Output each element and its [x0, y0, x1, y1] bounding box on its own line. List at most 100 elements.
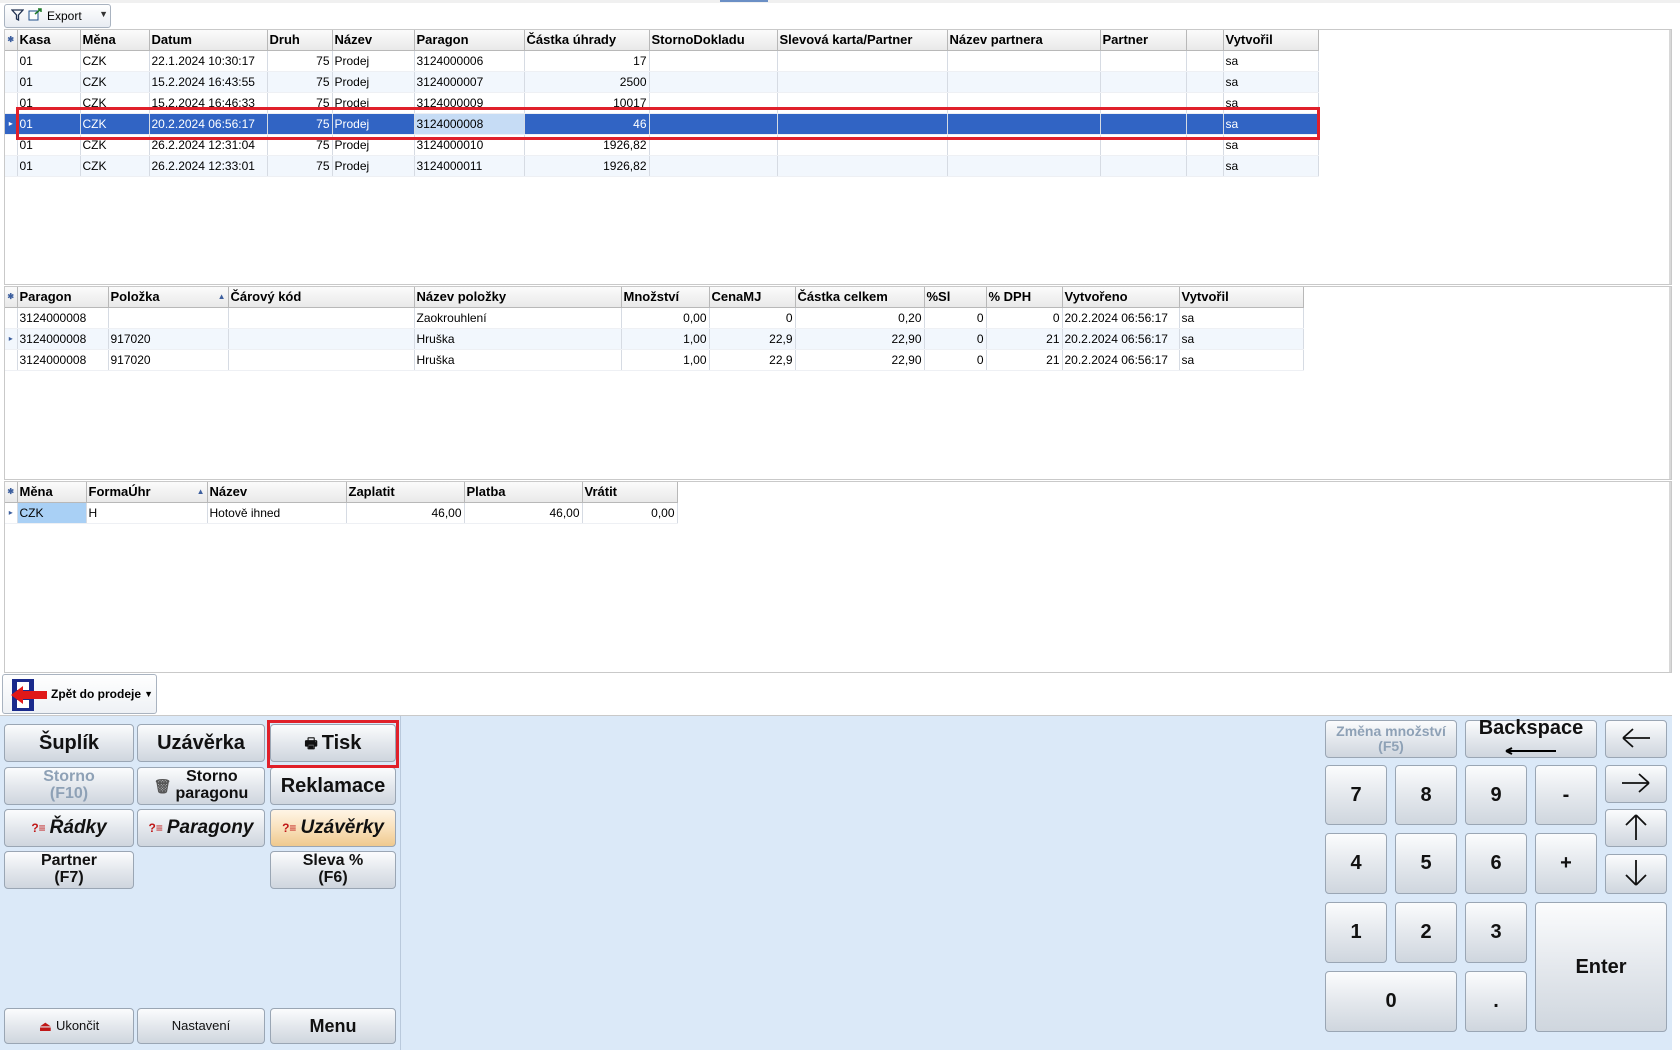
- row-indicator[interactable]: [5, 155, 18, 177]
- table-cell[interactable]: [777, 71, 948, 93]
- table-cell[interactable]: 0: [924, 349, 987, 371]
- table-cell[interactable]: [228, 307, 415, 329]
- key-4[interactable]: 4: [1325, 833, 1387, 894]
- table-cell[interactable]: 22,90: [795, 349, 925, 371]
- table-cell[interactable]: [777, 155, 948, 177]
- table-cell[interactable]: [228, 349, 415, 371]
- key-3[interactable]: 3: [1465, 902, 1527, 963]
- table-cell[interactable]: 21: [986, 349, 1063, 371]
- column-header[interactable]: Kasa: [17, 30, 81, 51]
- table-cell[interactable]: Prodej: [332, 134, 415, 156]
- table-cell[interactable]: 1926,82: [524, 134, 650, 156]
- table-cell[interactable]: 0: [709, 307, 796, 329]
- column-header[interactable]: Paragon: [414, 30, 525, 51]
- uzaverky-button[interactable]: ?≡ Uzávěrky: [270, 809, 396, 847]
- uzaverka-button[interactable]: Uzávěrka: [137, 724, 265, 762]
- backspace-button[interactable]: Backspace: [1465, 718, 1597, 758]
- table-cell[interactable]: 22.1.2024 10:30:17: [149, 50, 268, 72]
- table-cell[interactable]: 26.2.2024 12:31:04: [149, 134, 268, 156]
- row-indicator[interactable]: ▸: [5, 328, 18, 350]
- table-cell[interactable]: [649, 71, 778, 93]
- table-cell[interactable]: [777, 50, 948, 72]
- table-cell[interactable]: 75: [267, 71, 333, 93]
- table-cell[interactable]: [1186, 50, 1224, 72]
- table-cell[interactable]: [1186, 134, 1224, 156]
- sleva-button[interactable]: Sleva % (F6): [270, 851, 396, 889]
- ukoncit-button[interactable]: ⏏ Ukončit: [4, 1008, 134, 1044]
- table-cell[interactable]: 3124000008: [17, 349, 109, 371]
- storno-button[interactable]: Storno (F10): [4, 767, 134, 805]
- table-cell[interactable]: CZK: [80, 113, 150, 135]
- row-indicator[interactable]: [5, 50, 18, 72]
- table-cell[interactable]: 917020: [108, 349, 229, 371]
- arrow-right-button[interactable]: [1605, 765, 1667, 803]
- key-2[interactable]: 2: [1395, 902, 1457, 963]
- table-cell[interactable]: 01: [17, 155, 81, 177]
- nastaveni-button[interactable]: Nastavení: [137, 1008, 265, 1044]
- table-cell[interactable]: 17: [524, 50, 650, 72]
- table-cell[interactable]: 20.2.2024 06:56:17: [1062, 349, 1180, 371]
- table-cell[interactable]: 3124000006: [414, 50, 525, 72]
- suplik-button[interactable]: Šuplík: [4, 724, 134, 762]
- table-cell[interactable]: [947, 134, 1101, 156]
- table-cell[interactable]: 0: [986, 307, 1063, 329]
- table-cell[interactable]: 46,00: [464, 502, 583, 524]
- partner-button[interactable]: Partner (F7): [4, 851, 134, 889]
- table-row[interactable]: ▸ 3124000008 917020 Hruška 1,00 22,9 22,90 0 21 2…: [5, 328, 1304, 350]
- row-indicator[interactable]: [5, 92, 18, 114]
- column-header[interactable]: Vrátit: [582, 482, 678, 503]
- table-cell[interactable]: 0,20: [795, 307, 925, 329]
- column-header[interactable]: Vytvořil: [1179, 287, 1304, 308]
- table-cell[interactable]: 3124000010: [414, 134, 525, 156]
- table-cell[interactable]: 15.2.2024 16:46:33: [149, 92, 268, 114]
- column-header[interactable]: Částka celkem: [795, 287, 925, 308]
- table-cell[interactable]: Prodej: [332, 113, 415, 135]
- table-cell[interactable]: [947, 71, 1101, 93]
- table-cell[interactable]: 22,90: [795, 328, 925, 350]
- table-cell[interactable]: 20.2.2024 06:56:17: [1062, 328, 1180, 350]
- table-cell[interactable]: 20.2.2024 06:56:17: [149, 113, 268, 135]
- table-cell[interactable]: sa: [1223, 50, 1319, 72]
- table-row[interactable]: 3124000008 917020 Hruška 1,00 22,9 22,90 0 21 20…: [5, 349, 1304, 371]
- table-cell[interactable]: [649, 50, 778, 72]
- table-cell[interactable]: 75: [267, 113, 333, 135]
- row-indicator[interactable]: [5, 134, 18, 156]
- table-cell[interactable]: 0: [924, 328, 987, 350]
- column-header[interactable]: StornoDokladu: [649, 30, 778, 51]
- key-minus[interactable]: -: [1535, 765, 1597, 825]
- table-cell[interactable]: 01: [17, 113, 81, 135]
- column-header[interactable]: Čárový kód: [228, 287, 415, 308]
- zmena-mnozstvi-button[interactable]: Změna množství (F5): [1325, 720, 1457, 758]
- storno-paragonu-button[interactable]: 🗑 Storno paragonu: [137, 767, 265, 805]
- table-cell[interactable]: [947, 92, 1101, 114]
- table-cell[interactable]: Hruška: [414, 349, 622, 371]
- key-7[interactable]: 7: [1325, 765, 1387, 825]
- table-cell[interactable]: Hruška: [414, 328, 622, 350]
- column-header[interactable]: Měna: [80, 30, 150, 51]
- column-header[interactable]: Platba: [464, 482, 583, 503]
- table-row[interactable]: 01 CZK 22.1.2024 10:30:17 75 Prodej 312400000…: [5, 50, 1319, 72]
- row-indicator[interactable]: ▸: [5, 113, 18, 135]
- table-cell[interactable]: 75: [267, 134, 333, 156]
- table-row[interactable]: 3124000008 Zaokrouhlení 0,00 0 0,20 0 0 20.2.20…: [5, 307, 1304, 329]
- table-cell[interactable]: 01: [17, 134, 81, 156]
- table-cell[interactable]: [1186, 113, 1224, 135]
- key-8[interactable]: 8: [1395, 765, 1457, 825]
- enter-button[interactable]: Enter: [1535, 902, 1667, 1032]
- table-cell[interactable]: H: [86, 502, 208, 524]
- column-header[interactable]: Položka ▲: [108, 287, 229, 308]
- chevron-down-icon[interactable]: ▼: [144, 689, 153, 699]
- table-cell[interactable]: CZK: [80, 71, 150, 93]
- table-cell[interactable]: [777, 134, 948, 156]
- table-cell[interactable]: [649, 113, 778, 135]
- key-1[interactable]: 1: [1325, 902, 1387, 963]
- table-cell[interactable]: [947, 113, 1101, 135]
- table-cell[interactable]: 75: [267, 50, 333, 72]
- column-header[interactable]: CenaMJ: [709, 287, 796, 308]
- table-cell[interactable]: [777, 92, 948, 114]
- column-header[interactable]: % DPH: [986, 287, 1063, 308]
- column-header[interactable]: Název partnera: [947, 30, 1101, 51]
- table-cell[interactable]: sa: [1179, 328, 1304, 350]
- paragony-button[interactable]: ?≡ Paragony: [137, 809, 265, 847]
- table-cell[interactable]: 75: [267, 155, 333, 177]
